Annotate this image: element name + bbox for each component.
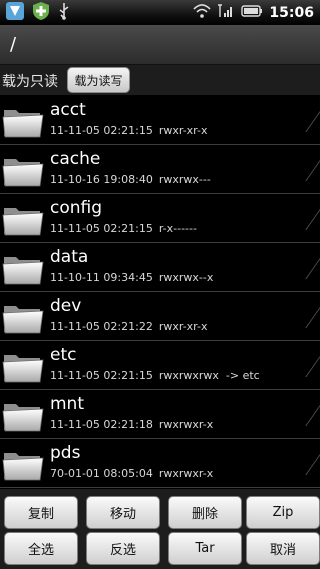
folder-icon [2,153,44,187]
file-permissions: rwxr-xr-x [158,124,208,137]
current-path: / [10,34,17,55]
zip-button[interactable]: Zip [246,496,320,529]
folder-icon [2,251,44,285]
delete-button[interactable]: 删除 [168,496,242,529]
folder-icon [2,300,44,334]
row-select-handle[interactable] [292,306,320,328]
file-permissions: r-x------ [158,222,197,235]
copy-button[interactable]: 复制 [4,496,78,529]
file-name: pds [50,443,81,463]
shield-plus-icon [30,0,52,26]
row-select-handle[interactable] [292,453,320,475]
folder-icon [2,104,44,138]
file-meta: 11-10-16 19:08:40 rwxrwx--- [50,173,211,186]
file-row[interactable]: cache 11-10-16 19:08:40 rwxrwx--- [0,145,320,194]
file-permissions: rwxrwx--- [158,173,211,186]
file-row[interactable]: mnt 11-11-05 02:21:18 rwxrwxr-x [0,390,320,439]
action-bar: 复制 移动 删除 Zip 全选 反选 Tar 取消 [0,489,320,569]
mount-status-label: 载为只读 [2,74,58,90]
app-icon [4,0,26,26]
file-meta: 11-10-11 09:34:45 rwxrwx--x [50,271,213,284]
file-name: dev [50,296,82,316]
folder-icon [2,398,44,432]
mount-mode-bar: 载为只读 载为读写 [0,65,320,95]
file-date: 11-11-05 02:21:15 [50,124,153,137]
file-date: 11-11-05 02:21:22 [50,320,153,333]
row-select-handle[interactable] [292,355,320,377]
folder-icon [2,202,44,236]
row-select-handle[interactable] [292,257,320,279]
file-meta: 11-11-05 02:21:22 rwxr-xr-x [50,320,207,333]
file-meta: 70-01-01 08:05:04 rwxrwxr-x [50,467,213,480]
path-bar[interactable]: / [0,25,320,65]
file-date: 11-11-05 02:21:15 [50,222,153,235]
signal-icon [217,3,235,23]
file-permissions: rwxrwxrwx -> etc [158,369,260,382]
usb-icon [56,1,72,25]
file-row[interactable]: data 11-10-11 09:34:45 rwxrwx--x [0,243,320,292]
row-select-handle[interactable] [292,110,320,132]
file-permissions: rwxr-xr-x [158,320,208,333]
file-name: etc [50,345,77,365]
wifi-icon [193,3,211,23]
folder-icon [2,349,44,383]
file-name: acct [50,100,86,120]
file-meta: 11-11-05 02:21:15 rwxrwxrwx -> etc [50,369,260,382]
clock: 15:06 [269,4,314,21]
file-date: 11-10-16 19:08:40 [50,173,153,186]
file-meta: 11-11-05 02:21:18 rwxrwxr-x [50,418,213,431]
row-select-handle[interactable] [292,208,320,230]
file-date: 11-10-11 09:34:45 [50,271,153,284]
file-row[interactable]: pds 70-01-01 08:05:04 rwxrwxr-x [0,439,320,488]
file-row[interactable]: config 11-11-05 02:21:15 r-x------ [0,194,320,243]
file-permissions: rwxrwxr-x [158,467,214,480]
file-date: 11-11-05 02:21:18 [50,418,153,431]
file-permissions: rwxrwx--x [158,271,214,284]
mount-rw-button[interactable]: 载为读写 [67,67,130,93]
file-name: mnt [50,394,84,414]
file-permissions: rwxrwxr-x [158,418,214,431]
invert-selection-button[interactable]: 反选 [86,532,160,565]
select-all-button[interactable]: 全选 [4,532,78,565]
file-date: 70-01-01 08:05:04 [50,467,153,480]
status-bar: 15:06 [0,0,320,25]
file-meta: 11-11-05 02:21:15 r-x------ [50,222,197,235]
folder-icon [2,447,44,481]
file-date: 11-11-05 02:21:15 [50,369,153,382]
file-meta: 11-11-05 02:21:15 rwxr-xr-x [50,124,207,137]
file-list: acct 11-11-05 02:21:15 rwxr-xr-x cache 11-10… [0,96,320,488]
tar-button[interactable]: Tar [168,532,242,565]
file-name: config [50,198,103,218]
file-row[interactable]: etc 11-11-05 02:21:15 rwxrwxrwx -> etc [0,341,320,390]
file-row[interactable]: acct 11-11-05 02:21:15 rwxr-xr-x [0,96,320,145]
file-name: data [50,247,89,267]
row-select-handle[interactable] [292,159,320,181]
move-button[interactable]: 移动 [86,496,160,529]
file-row[interactable]: dev 11-11-05 02:21:22 rwxr-xr-x [0,292,320,341]
cancel-button[interactable]: 取消 [246,532,320,565]
file-name: cache [50,149,101,169]
row-select-handle[interactable] [292,404,320,426]
battery-icon [241,3,263,22]
